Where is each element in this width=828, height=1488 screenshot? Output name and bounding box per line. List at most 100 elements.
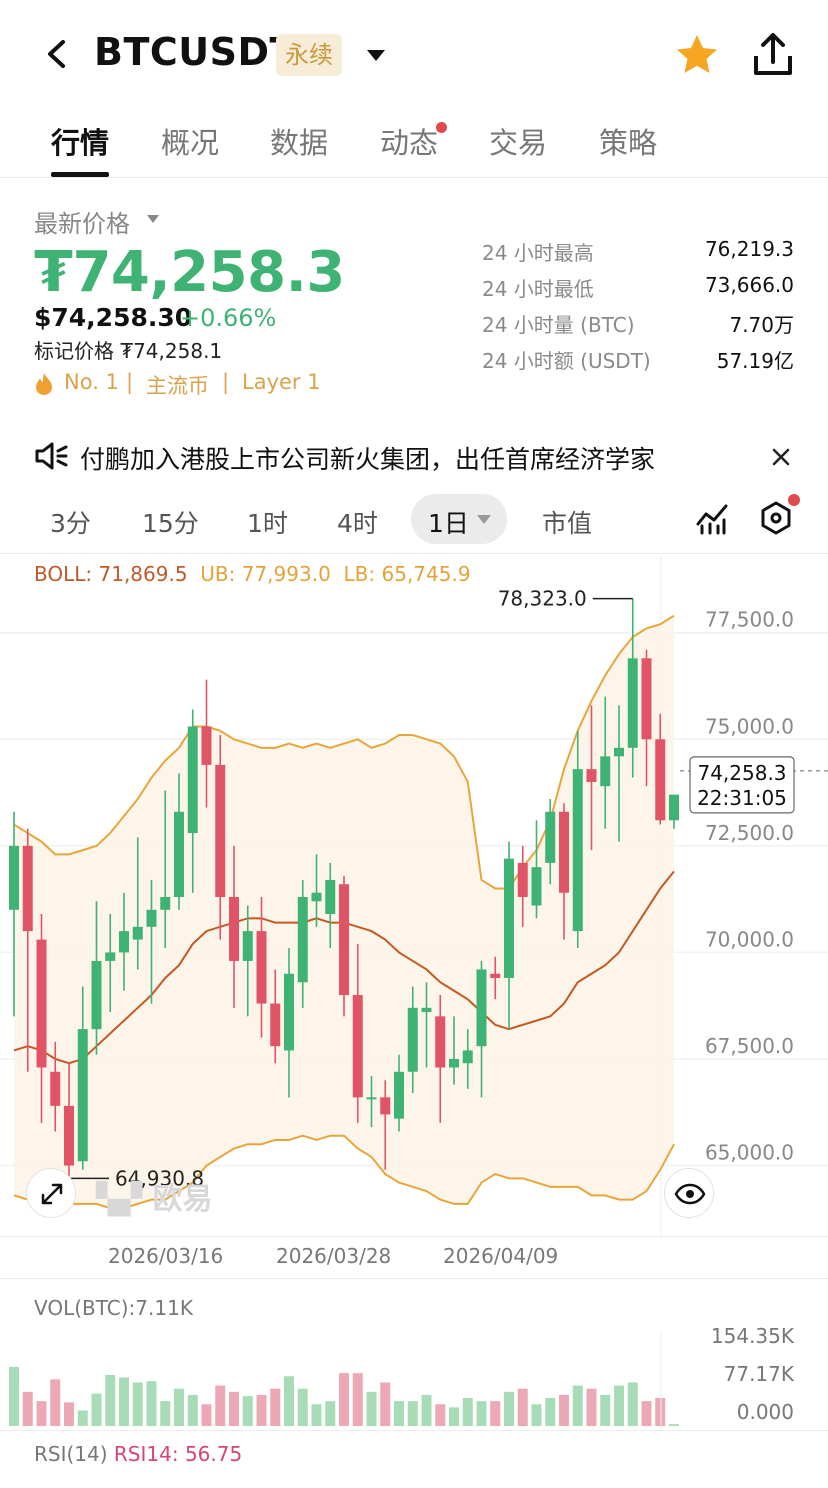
volume-bar [655,1398,666,1426]
interval-1h[interactable]: 1时 [247,504,288,540]
stat-label-24h-high: 24 小时最高 [482,241,594,265]
interval-15m[interactable]: 15分 [142,504,199,540]
symbol-dropdown-icon[interactable] [362,44,390,66]
volume-bar [366,1391,377,1426]
interval-dropdown-icon[interactable] [476,514,492,525]
stat-value-24h-turnover: 57.19亿 [716,349,794,373]
volume-bar [77,1410,88,1426]
back-arrow-icon[interactable] [36,32,80,76]
speaker-icon [35,442,68,470]
usd-price: $74,258.30 [34,303,193,332]
tab-data[interactable]: 数据 [270,120,328,162]
expand-icon [41,1183,63,1205]
candle-body [407,1007,418,1072]
share-icon[interactable] [750,30,796,78]
tab-market[interactable]: 行情 [51,120,109,162]
close-icon[interactable] [770,446,792,468]
candle-body [229,897,239,961]
candle-body [572,769,583,932]
tag-separator: | [222,370,230,394]
volume-bar [614,1385,624,1426]
candle-body [297,897,308,983]
tab-feed[interactable]: 动态 [380,120,438,162]
volume-bar [242,1396,253,1426]
symbol-title[interactable]: BTCUSDT [94,30,296,74]
y-axis-label: 65,000.0 [705,1141,794,1165]
rsi-top-divider [0,1430,828,1431]
candle-body [64,1105,74,1166]
candle-body [146,909,157,927]
news-headline[interactable]: 付鹏加入港股上市公司新火集团，出任首席经济学家 [80,440,655,476]
candle-countdown: 22:31:05 [697,786,787,810]
tab-divider [0,177,828,178]
interval-market-cap[interactable]: 市值 [542,504,592,540]
candle-body [132,926,143,940]
candlestick-chart[interactable]: 77,500.0 75,000.0 72,500.0 70,000.0 67,500.0… [0,556,828,1238]
volume-chart [9,1330,679,1430]
volume-bar [132,1382,143,1426]
settings-hexagon-icon[interactable] [758,500,794,536]
candle-body [559,811,569,893]
candle-body [352,995,363,1098]
volume-bar [545,1398,556,1426]
stat-value-24h-high: 76,219.3 [704,237,794,261]
volume-bar [531,1404,542,1426]
candle-body [311,892,322,902]
candle-body [531,867,542,906]
volume-bar [339,1373,349,1426]
candle-body [215,764,226,897]
interval-4h[interactable]: 4时 [337,504,378,540]
candle-body [284,973,294,1051]
volume-top-divider [0,1278,828,1279]
tab-trade[interactable]: 交易 [489,120,547,162]
date-tick: 2026/03/16 [108,1244,224,1268]
candle-body [614,747,624,757]
mark-price-value: ₮74,258.1 [120,339,223,363]
candle-body [105,952,116,961]
rsi-label: RSI(14) [34,1442,108,1466]
interval-3m[interactable]: 3分 [50,504,91,540]
candle-body [586,769,597,782]
volume-bar [517,1388,528,1426]
y-axis-label: 75,000.0 [705,714,794,738]
candle-body [366,1097,377,1100]
favorite-star-icon[interactable] [674,32,720,78]
volume-bar [297,1388,308,1426]
tag-separator: | [126,370,134,394]
indicator-chart-icon[interactable] [694,500,730,536]
candle-body [462,1050,473,1064]
tab-overview[interactable]: 概况 [161,120,219,162]
eye-icon [674,1183,706,1205]
interval-1d[interactable]: 1日 [428,504,469,540]
candle-body [517,862,528,897]
toggle-visibility-button[interactable] [664,1168,714,1218]
candle-body [339,884,349,996]
tab-strategy[interactable]: 策略 [599,120,657,162]
expand-chart-button[interactable] [26,1168,76,1218]
candle-body [449,1058,459,1068]
rank-tag[interactable]: No. 1 [64,370,119,394]
price-label[interactable]: 最新价格 [34,204,130,239]
volume-bar [119,1377,129,1426]
candle-body [394,1071,404,1119]
volume-bar [215,1385,226,1426]
candle-body [545,811,556,863]
candle-body [50,1071,61,1106]
candle-body [22,845,33,932]
volume-bar [462,1398,473,1426]
candle-body [187,726,198,834]
layer-tag[interactable]: Layer 1 [242,370,321,394]
volume-bar [256,1394,267,1426]
volume-bar [36,1401,47,1426]
price-type-dropdown-icon[interactable] [146,214,160,224]
volume-bar [394,1401,404,1426]
date-axis-divider [0,1236,828,1237]
candle-body [641,658,652,740]
category-tag[interactable]: 主流币 [146,370,209,400]
candle-body [201,726,212,765]
candle-body [655,739,666,821]
candle-body [270,1003,281,1047]
volume-bar [22,1391,33,1426]
perpetual-badge: 永续 [276,34,342,76]
candle-body [490,973,501,978]
